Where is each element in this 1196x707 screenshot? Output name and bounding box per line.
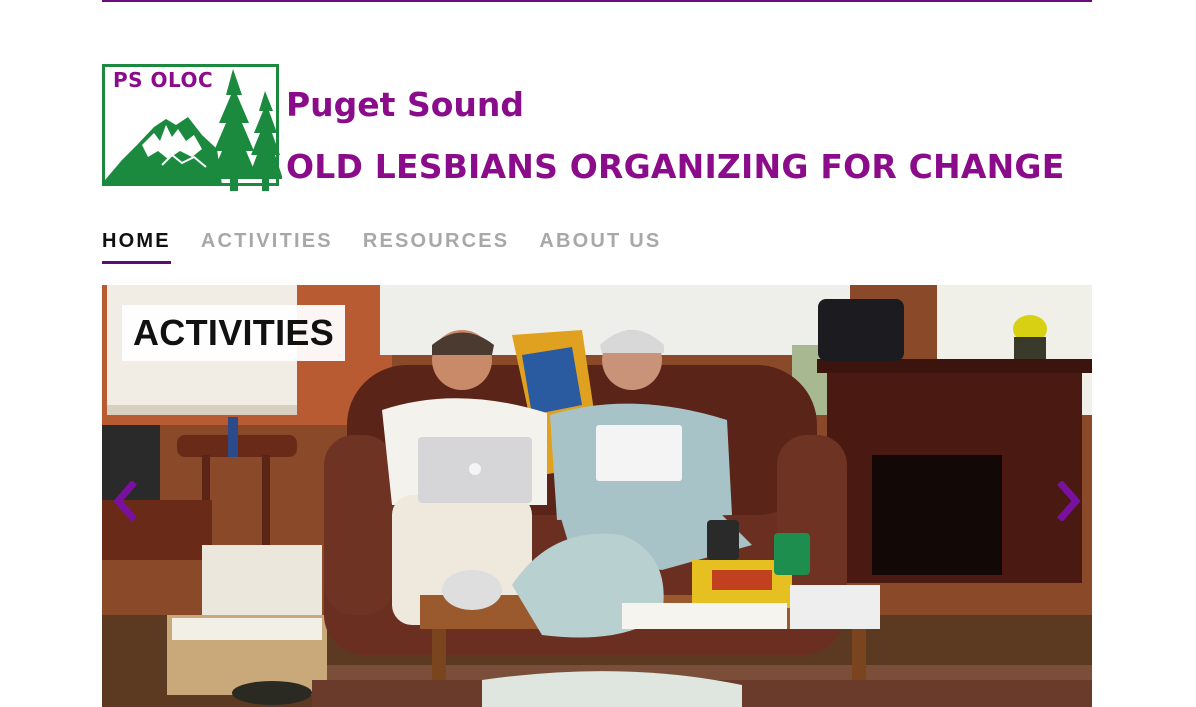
site-title-line1[interactable]: Puget Sound — [286, 88, 524, 121]
top-rule — [102, 0, 1092, 2]
chevron-right-icon[interactable] — [1054, 481, 1084, 521]
nav-item-resources[interactable]: RESOURCES — [363, 228, 510, 264]
slide-caption[interactable]: ACTIVITIES — [122, 305, 346, 361]
chevron-left-icon[interactable] — [110, 481, 140, 521]
main-nav: HOME ACTIVITIES RESOURCES ABOUT US — [102, 228, 691, 264]
nav-item-activities[interactable]: ACTIVITIES — [201, 228, 333, 264]
nav-item-about-us[interactable]: ABOUT US — [539, 228, 661, 264]
nav-item-home[interactable]: HOME — [102, 228, 171, 264]
site-logo[interactable]: PS OLOC — [102, 64, 282, 191]
logo-abbrev: PS OLOC — [113, 68, 214, 92]
hero-slider[interactable]: ACTIVITIES — [102, 285, 1092, 707]
site-title-line2[interactable]: OLD LESBIANS ORGANIZING FOR CHANGE — [286, 150, 1064, 183]
